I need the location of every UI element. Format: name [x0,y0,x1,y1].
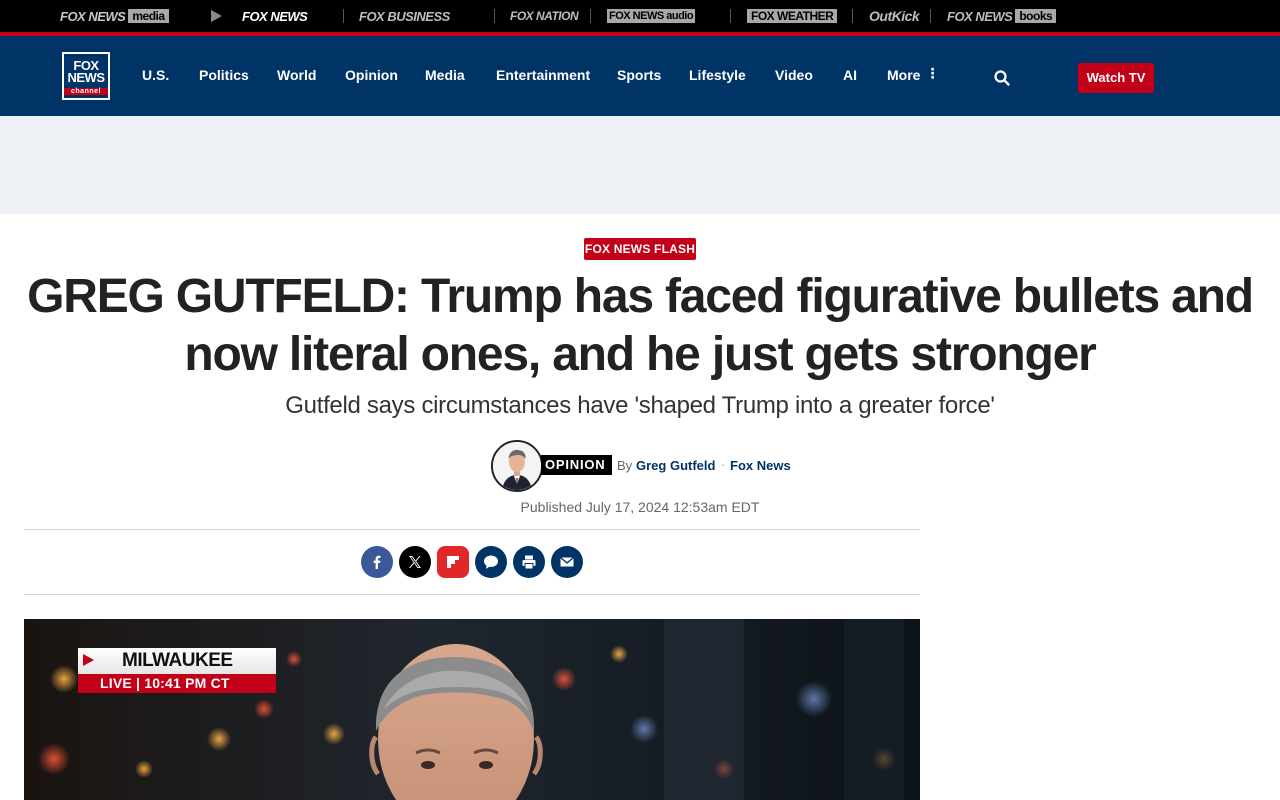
play-arrow-icon [211,10,222,22]
network-divider [343,9,344,23]
nav-item-sports[interactable]: Sports [617,67,661,83]
live-time-label: LIVE | 10:41 PM CT [78,674,276,693]
print-icon [522,555,536,570]
author-portrait-icon [493,442,541,490]
author-link[interactable]: Greg Gutfeld [636,458,715,473]
network-link-fox-weather[interactable]: FOX WEATHER [747,8,838,24]
comments-button[interactable] [475,546,507,578]
search-icon [994,70,1010,86]
category-badge[interactable]: FOX NEWS FLASH [584,238,696,260]
email-icon [560,556,574,567]
network-bar: FOX NEWS media FOX NEWS FOX BUSINESS FOX… [0,0,1280,36]
nav-item-opinion[interactable]: Opinion [345,67,398,83]
network-divider [852,9,853,23]
live-lower-third: MILWAUKEE LIVE | 10:41 PM CT [78,648,276,693]
share-divider-top [24,529,920,530]
location-label: MILWAUKEE [78,648,276,674]
network-link-fox-news-media[interactable]: FOX NEWS media [60,8,169,24]
network-divider [930,9,931,23]
network-link-fox-news-books[interactable]: FOX NEWS books [947,8,1057,24]
network-link-fox-news-audio[interactable]: FOX NEWS audio [607,8,696,24]
more-dots-icon: ⋮ [925,65,940,81]
search-button[interactable] [992,68,1012,88]
network-divider [730,9,731,23]
share-facebook-button[interactable] [361,546,393,578]
share-x-button[interactable] [399,546,431,578]
opinion-tag[interactable]: OPINION [541,455,612,475]
nav-item-politics[interactable]: Politics [199,67,249,83]
network-divider [494,9,495,23]
nav-item-media[interactable]: Media [425,67,465,83]
published-date: Published July 17, 2024 12:53am EDT [520,499,760,515]
arrow-icon [83,654,94,666]
nav-item-ai[interactable]: AI [843,67,857,83]
author-avatar[interactable] [491,440,543,492]
nav-item-world[interactable]: World [277,67,316,83]
nav-item-video[interactable]: Video [775,67,813,83]
byline: OPINION By Greg Gutfeld · Fox News [491,440,801,492]
network-link-outkick[interactable]: OutKick [869,8,920,24]
byline-separator: · [721,457,726,472]
share-divider-bottom [24,594,920,595]
article-headline: GREG GUTFELD: Trump has faced figurative… [27,270,1254,381]
share-flipboard-button[interactable] [437,546,469,578]
network-link-fox-nation[interactable]: FOX NATION [510,8,579,24]
x-twitter-icon [409,556,421,568]
video-frame [24,619,920,800]
nav-item-us[interactable]: U.S. [142,67,169,83]
share-bar [361,546,583,578]
nav-item-entertainment[interactable]: Entertainment [496,67,590,83]
print-button[interactable] [513,546,545,578]
comment-icon [484,555,498,569]
nav-item-lifestyle[interactable]: Lifestyle [689,67,746,83]
main-nav: FOX NEWS channel U.S. Politics World Opi… [0,36,1280,116]
article-subheadline: Gutfeld says circumstances have 'shaped … [285,392,995,419]
network-divider [590,9,591,23]
outlet-link[interactable]: Fox News [730,458,791,473]
email-button[interactable] [551,546,583,578]
network-link-fox-business[interactable]: FOX BUSINESS [359,8,450,24]
by-label: By [617,458,633,473]
watch-tv-button[interactable]: Watch TV [1078,63,1154,93]
facebook-icon [373,555,381,569]
nav-item-more[interactable]: More ⋮ [887,65,940,83]
ad-banner [0,116,1280,214]
flipboard-icon [447,556,459,568]
network-link-fox-news[interactable]: FOX NEWS [242,8,308,24]
fox-news-logo[interactable]: FOX NEWS channel [62,52,110,100]
video-player[interactable]: MILWAUKEE LIVE | 10:41 PM CT [24,619,920,800]
